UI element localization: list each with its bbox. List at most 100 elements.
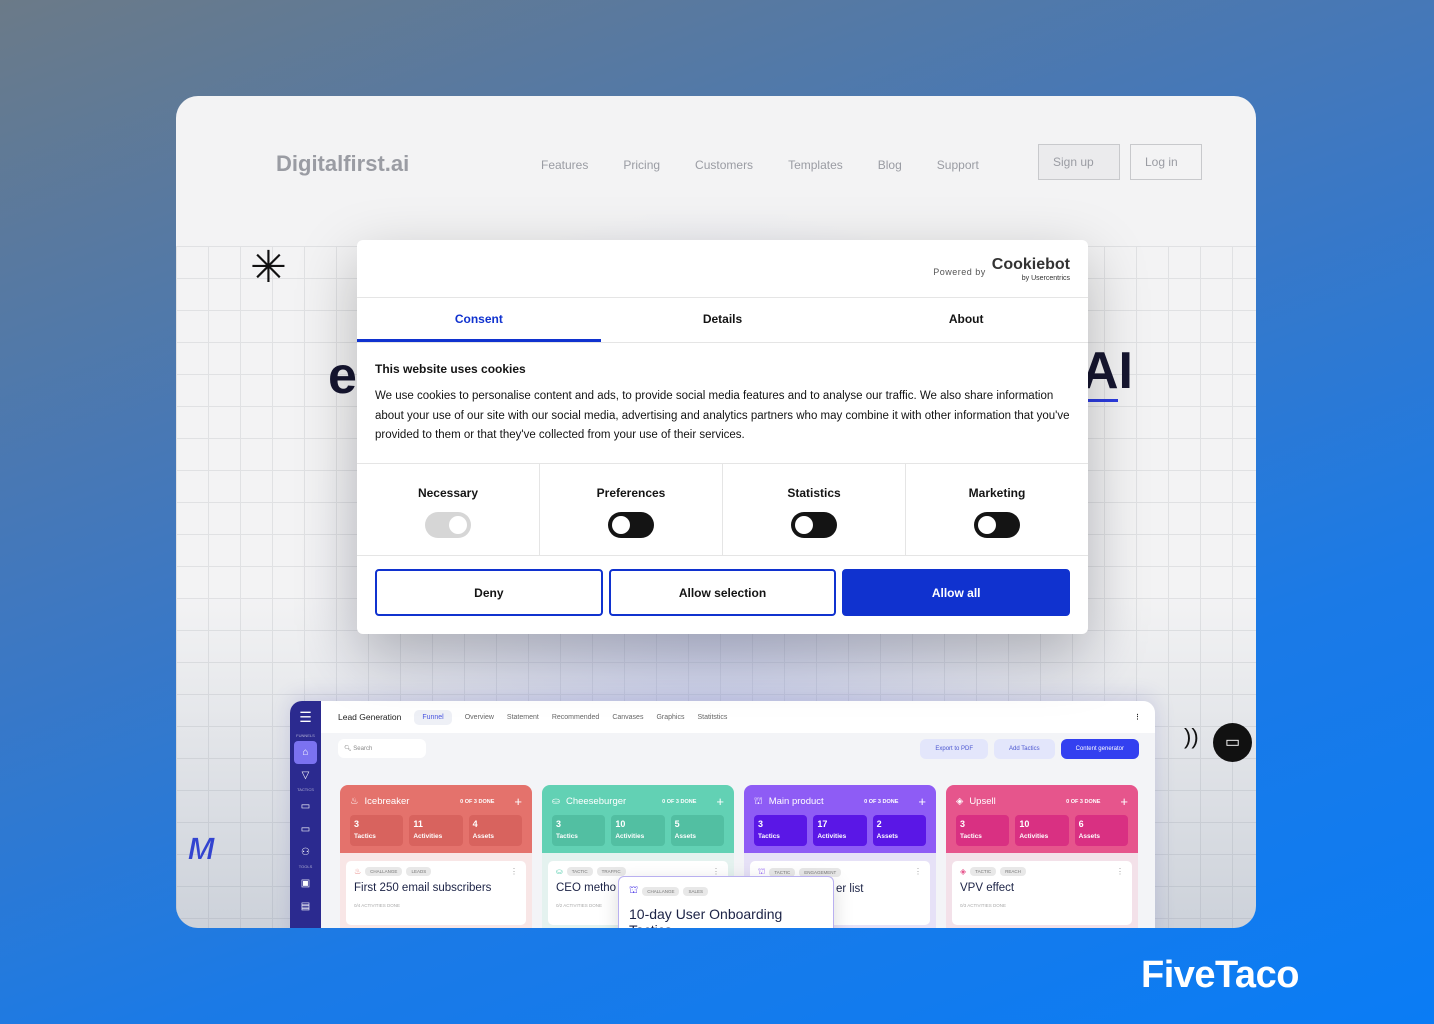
tag: LEADS xyxy=(406,867,432,876)
cookie-consent-dialog: Powered by Cookiebot by Usercentrics Cons… xyxy=(357,240,1088,634)
progress-label: 0 OF 3 DONE xyxy=(864,798,899,805)
tab-consent[interactable]: Consent xyxy=(357,298,601,342)
tool-icon[interactable]: ▣ xyxy=(290,872,321,895)
tag: CHALLANGE xyxy=(642,887,680,896)
tab-statement[interactable]: Statement xyxy=(507,714,539,721)
stat-box: 10 Activities xyxy=(1015,815,1069,846)
site-logo[interactable]: Digitalfirst.ai xyxy=(276,151,409,177)
chat-widget-icon[interactable]: ▭ xyxy=(1213,723,1252,762)
content-generator-button[interactable]: Content generator xyxy=(1060,739,1139,759)
funnel-column: ♨ Icebreaker 0 OF 3 DONE + 3 Tactics 11 Act… xyxy=(340,785,532,928)
tactic-icon: ⛀ xyxy=(556,867,563,876)
stat-box: 6 Assets xyxy=(1074,815,1128,846)
more-icon[interactable]: ⋮ xyxy=(1116,867,1124,876)
nav-support[interactable]: Support xyxy=(937,158,979,172)
tab-canvases[interactable]: Canvases xyxy=(612,714,643,721)
folder-icon[interactable]: ▭ xyxy=(290,795,321,818)
tag: TACTIC xyxy=(970,867,997,876)
stat-box: 4 Assets xyxy=(468,815,522,846)
tag: TACTIC xyxy=(566,867,593,876)
column-title: Icebreaker xyxy=(364,796,410,807)
add-icon[interactable]: + xyxy=(1120,794,1128,809)
allow-selection-button[interactable]: Allow selection xyxy=(608,569,837,616)
tab-graphics[interactable]: Graphics xyxy=(656,714,684,721)
nav-features[interactable]: Features xyxy=(541,158,588,172)
stat-box: 10 Activities xyxy=(611,815,665,846)
sidebar-label: FUNNELS xyxy=(296,733,315,738)
search-input[interactable]: 🔍︎ Search xyxy=(338,739,426,758)
home-icon[interactable]: ⌂ xyxy=(294,741,317,764)
marketing-toggle[interactable] xyxy=(974,512,1020,538)
more-icon[interactable]: ⋮ xyxy=(914,867,922,876)
export-pdf-button[interactable]: Export to PDF xyxy=(920,739,989,759)
tab-funnel[interactable]: Funnel xyxy=(414,709,452,725)
progress-label: 0 OF 3 DONE xyxy=(662,798,697,805)
nav-templates[interactable]: Templates xyxy=(788,158,843,172)
add-tactics-button[interactable]: Add Tactics xyxy=(994,739,1055,759)
toggle-label: Marketing xyxy=(968,486,1026,500)
stat-box: 17 Activities xyxy=(813,815,867,846)
dragged-card[interactable]: ⛫ CHALLANGE SALES 10-day User Onboarding… xyxy=(618,876,834,928)
stage-icon: ♨ xyxy=(350,796,359,807)
signup-button[interactable]: Sign up xyxy=(1038,144,1120,180)
app-logo-icon: ☰ xyxy=(299,709,312,725)
stat-box: 3 Tactics xyxy=(350,815,404,846)
dialog-text: We use cookies to personalise content an… xyxy=(375,390,1070,441)
folder-open-icon[interactable]: ▭ xyxy=(290,818,321,841)
stat-box: 11 Activities xyxy=(409,815,463,846)
nav-blog[interactable]: Blog xyxy=(878,158,902,172)
document-icon[interactable]: ▤ xyxy=(290,895,321,918)
deny-button[interactable]: Deny xyxy=(375,569,603,616)
login-button[interactable]: Log in xyxy=(1130,144,1202,180)
statistics-toggle[interactable] xyxy=(791,512,837,538)
card-title: 10-day User Onboarding Tactics xyxy=(629,906,783,928)
nav-customers[interactable]: Customers xyxy=(695,158,753,172)
nav-pricing[interactable]: Pricing xyxy=(623,158,660,172)
more-icon[interactable]: ⋮ xyxy=(510,867,518,876)
tab-details[interactable]: Details xyxy=(601,298,845,342)
tag: CHALLANGE xyxy=(365,867,403,876)
tab-statistics[interactable]: Statitstics xyxy=(697,714,727,721)
progress-label: 0 OF 3 DONE xyxy=(460,798,495,805)
tactic-card[interactable]: ♨ CHALLANGE LEADS First 250 email subscri… xyxy=(346,861,526,925)
card-title: First 250 email subscribers xyxy=(354,882,492,894)
toggle-label: Preferences xyxy=(596,486,666,500)
column-title: Main product xyxy=(768,796,824,807)
add-icon[interactable]: + xyxy=(918,794,926,809)
tab-about[interactable]: About xyxy=(844,298,1088,342)
card-progress: 0/3 ACTIVITIES DONE xyxy=(960,903,1007,908)
funnel-icon[interactable]: ▽ xyxy=(290,764,321,787)
sidebar-label: TOOLS xyxy=(298,864,313,869)
allow-all-button[interactable]: Allow all xyxy=(842,569,1071,616)
page-title: Lead Generation xyxy=(338,712,402,722)
card-progress: 0/4 ACTIVITIES DONE xyxy=(354,903,401,908)
toggle-label: Statistics xyxy=(787,486,841,500)
sidebar-label: TACTICS xyxy=(297,787,314,792)
add-icon[interactable]: + xyxy=(716,794,724,809)
fivetaco-watermark: FiveTaco xyxy=(1141,954,1299,996)
tab-overview[interactable]: Overview xyxy=(465,714,494,721)
powered-by: Powered by Cookiebot by Usercentrics xyxy=(933,257,1070,286)
more-icon[interactable]: ⋮ xyxy=(1134,713,1141,721)
cookiebot-logo[interactable]: Cookiebot by Usercentrics xyxy=(992,257,1070,286)
stage-icon: ⛀ xyxy=(552,796,560,807)
preferences-toggle[interactable] xyxy=(608,512,654,538)
card-title: VPV effect xyxy=(960,882,1015,894)
funnel-column: ◈ Upsell 0 OF 3 DONE + 3 Tactics 10 Activit… xyxy=(946,785,1138,928)
search-placeholder: Search xyxy=(353,746,373,752)
tactic-card[interactable]: ◈ TACTIC REACH VPV effect 0/3 ACTIVITIES … xyxy=(952,861,1132,925)
stat-box: 3 Tactics xyxy=(754,815,808,846)
stat-box: 2 Assets xyxy=(872,815,926,846)
add-icon[interactable]: + xyxy=(514,794,522,809)
bag-icon: ⛫ xyxy=(629,885,639,896)
tactic-icon: ♨ xyxy=(354,867,362,876)
site-header: Digitalfirst.ai Features Pricing Custome… xyxy=(176,96,1256,236)
users-icon[interactable]: ⚇ xyxy=(290,841,321,864)
more-icon[interactable]: ⋮ xyxy=(712,867,720,876)
top-bar: Lead Generation Funnel Overview Statemen… xyxy=(321,701,1155,733)
tactic-icon: ◈ xyxy=(960,867,967,876)
stage-icon: ⛫ xyxy=(754,795,763,807)
tab-recommended[interactable]: Recommended xyxy=(552,714,599,721)
column-title: Upsell xyxy=(969,796,996,807)
sound-waves-icon: )) xyxy=(1184,724,1199,749)
